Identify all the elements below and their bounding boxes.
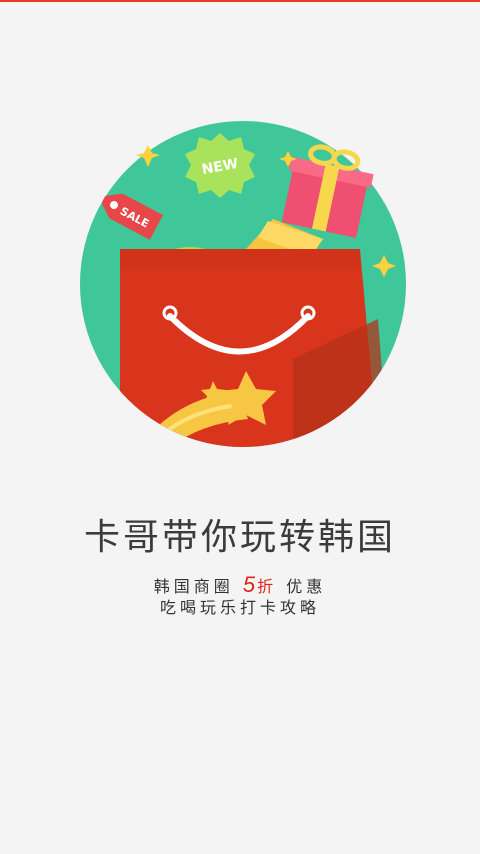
hero-illustration: SALE NEW <box>78 119 408 449</box>
top-accent-bar <box>0 0 480 2</box>
splash-title: 卡哥带你玩转韩国 <box>83 517 396 558</box>
splash-screen: SALE NEW 卡哥带你玩转韩国 韩国商圈 5折 优惠 吃喝玩乐打卡攻略 <box>0 0 480 854</box>
shopping-illustration-icon: SALE NEW <box>80 121 406 447</box>
subtitle-line-2: 吃喝玩乐打卡攻略 <box>159 598 320 617</box>
